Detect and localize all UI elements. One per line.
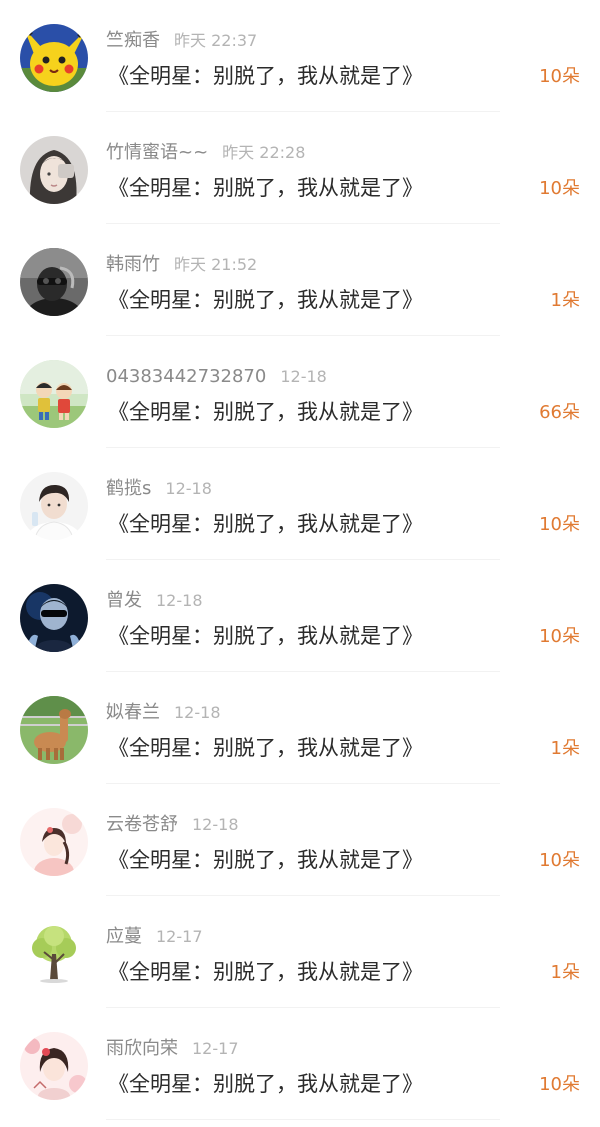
pikachu-avatar-icon[interactable]: [20, 24, 88, 92]
item-meta: 姒春兰 12-18: [106, 702, 221, 724]
item-meta: 曾发 12-18: [106, 590, 203, 612]
timestamp: 12-18: [156, 591, 203, 610]
list-item[interactable]: 应蔓 12-17 《全明星：别脱了，我从就是了》 1朵: [0, 896, 600, 1008]
flower-count: 10朵: [539, 514, 580, 535]
timestamp: 昨天 22:37: [174, 31, 258, 50]
gift-title: 《全明星：别脱了，我从就是了》: [108, 288, 423, 312]
gift-title: 《全明星：别脱了，我从就是了》: [108, 512, 423, 536]
cartoon-kids-avatar-icon[interactable]: [20, 360, 88, 428]
item-meta: 竹情蜜语~~ 昨天 22:28: [106, 142, 305, 164]
gift-title: 《全明星：别脱了，我从就是了》: [108, 960, 423, 984]
flower-count: 1朵: [550, 738, 580, 759]
item-meta: 云卷苍舒 12-18: [106, 814, 239, 836]
girl-portrait-avatar-icon[interactable]: [20, 136, 88, 204]
list-item[interactable]: 04383442732870 12-18 《全明星：别脱了，我从就是了》 66朵: [0, 336, 600, 448]
username[interactable]: 雨欣向荣: [106, 1038, 178, 1059]
flower-count: 10朵: [539, 626, 580, 647]
tree-avatar-icon[interactable]: [20, 920, 88, 988]
username[interactable]: 云卷苍舒: [106, 814, 178, 835]
timestamp: 昨天 22:28: [222, 143, 306, 162]
alpaca-avatar-icon[interactable]: [20, 696, 88, 764]
timestamp: 12-18: [280, 367, 327, 386]
username[interactable]: 04383442732870: [106, 366, 266, 387]
item-meta: 雨欣向荣 12-17: [106, 1038, 239, 1060]
flower-count: 10朵: [539, 178, 580, 199]
timestamp: 12-18: [165, 479, 212, 498]
list-item[interactable]: 竺痴香 昨天 22:37 《全明星：别脱了，我从就是了》 10朵: [0, 0, 600, 112]
gift-title: 《全明星：别脱了，我从就是了》: [108, 624, 423, 648]
illustrated-girl-avatar-icon[interactable]: [20, 808, 88, 876]
flower-count: 10朵: [539, 1074, 580, 1095]
list-item[interactable]: 雨欣向荣 12-17 《全明星：别脱了，我从就是了》 10朵: [0, 1008, 600, 1120]
gift-title: 《全明星：别脱了，我从就是了》: [108, 1072, 423, 1096]
timestamp: 12-18: [192, 815, 239, 834]
floral-girl-avatar-icon[interactable]: [20, 1032, 88, 1100]
flower-count: 1朵: [550, 290, 580, 311]
username[interactable]: 应蔓: [106, 926, 142, 947]
item-meta: 鹤揽s 12-18: [106, 478, 212, 500]
item-meta: 应蔓 12-17: [106, 926, 203, 948]
list-item[interactable]: 曾发 12-18 《全明星：别脱了，我从就是了》 10朵: [0, 560, 600, 672]
flower-count: 10朵: [539, 850, 580, 871]
timestamp: 昨天 21:52: [174, 255, 258, 274]
list-item[interactable]: 云卷苍舒 12-18 《全明星：别脱了，我从就是了》 10朵: [0, 784, 600, 896]
gift-title: 《全明星：别脱了，我从就是了》: [108, 64, 423, 88]
flower-count: 66朵: [539, 402, 580, 423]
divider: [106, 1119, 500, 1120]
username[interactable]: 韩雨竹: [106, 254, 160, 275]
gift-title: 《全明星：别脱了，我从就是了》: [108, 848, 423, 872]
username[interactable]: 鹤揽s: [106, 478, 151, 499]
list-item[interactable]: 韩雨竹 昨天 21:52 《全明星：别脱了，我从就是了》 1朵: [0, 224, 600, 336]
gift-title: 《全明星：别脱了，我从就是了》: [108, 176, 423, 200]
gift-title: 《全明星：别脱了，我从就是了》: [108, 400, 423, 424]
list-item[interactable]: 鹤揽s 12-18 《全明星：别脱了，我从就是了》 10朵: [0, 448, 600, 560]
young-man-avatar-icon[interactable]: [20, 472, 88, 540]
sunglasses-man-avatar-icon[interactable]: [20, 584, 88, 652]
timestamp: 12-18: [174, 703, 221, 722]
flower-count: 10朵: [539, 66, 580, 87]
item-meta: 竺痴香 昨天 22:37: [106, 30, 257, 52]
list-item[interactable]: 竹情蜜语~~ 昨天 22:28 《全明星：别脱了，我从就是了》 10朵: [0, 112, 600, 224]
timestamp: 12-17: [192, 1039, 239, 1058]
gift-record-list: 竺痴香 昨天 22:37 《全明星：别脱了，我从就是了》 10朵 竹情蜜语~~ 昨天…: [0, 0, 600, 1127]
username[interactable]: 姒春兰: [106, 702, 160, 723]
masked-man-avatar-icon[interactable]: [20, 248, 88, 316]
username[interactable]: 竹情蜜语~~: [106, 142, 208, 163]
username[interactable]: 竺痴香: [106, 30, 160, 51]
gift-title: 《全明星：别脱了，我从就是了》: [108, 736, 423, 760]
item-meta: 韩雨竹 昨天 21:52: [106, 254, 257, 276]
list-item[interactable]: 姒春兰 12-18 《全明星：别脱了，我从就是了》 1朵: [0, 672, 600, 784]
flower-count: 1朵: [550, 962, 580, 983]
item-meta: 04383442732870 12-18: [106, 366, 327, 388]
timestamp: 12-17: [156, 927, 203, 946]
username[interactable]: 曾发: [106, 590, 142, 611]
